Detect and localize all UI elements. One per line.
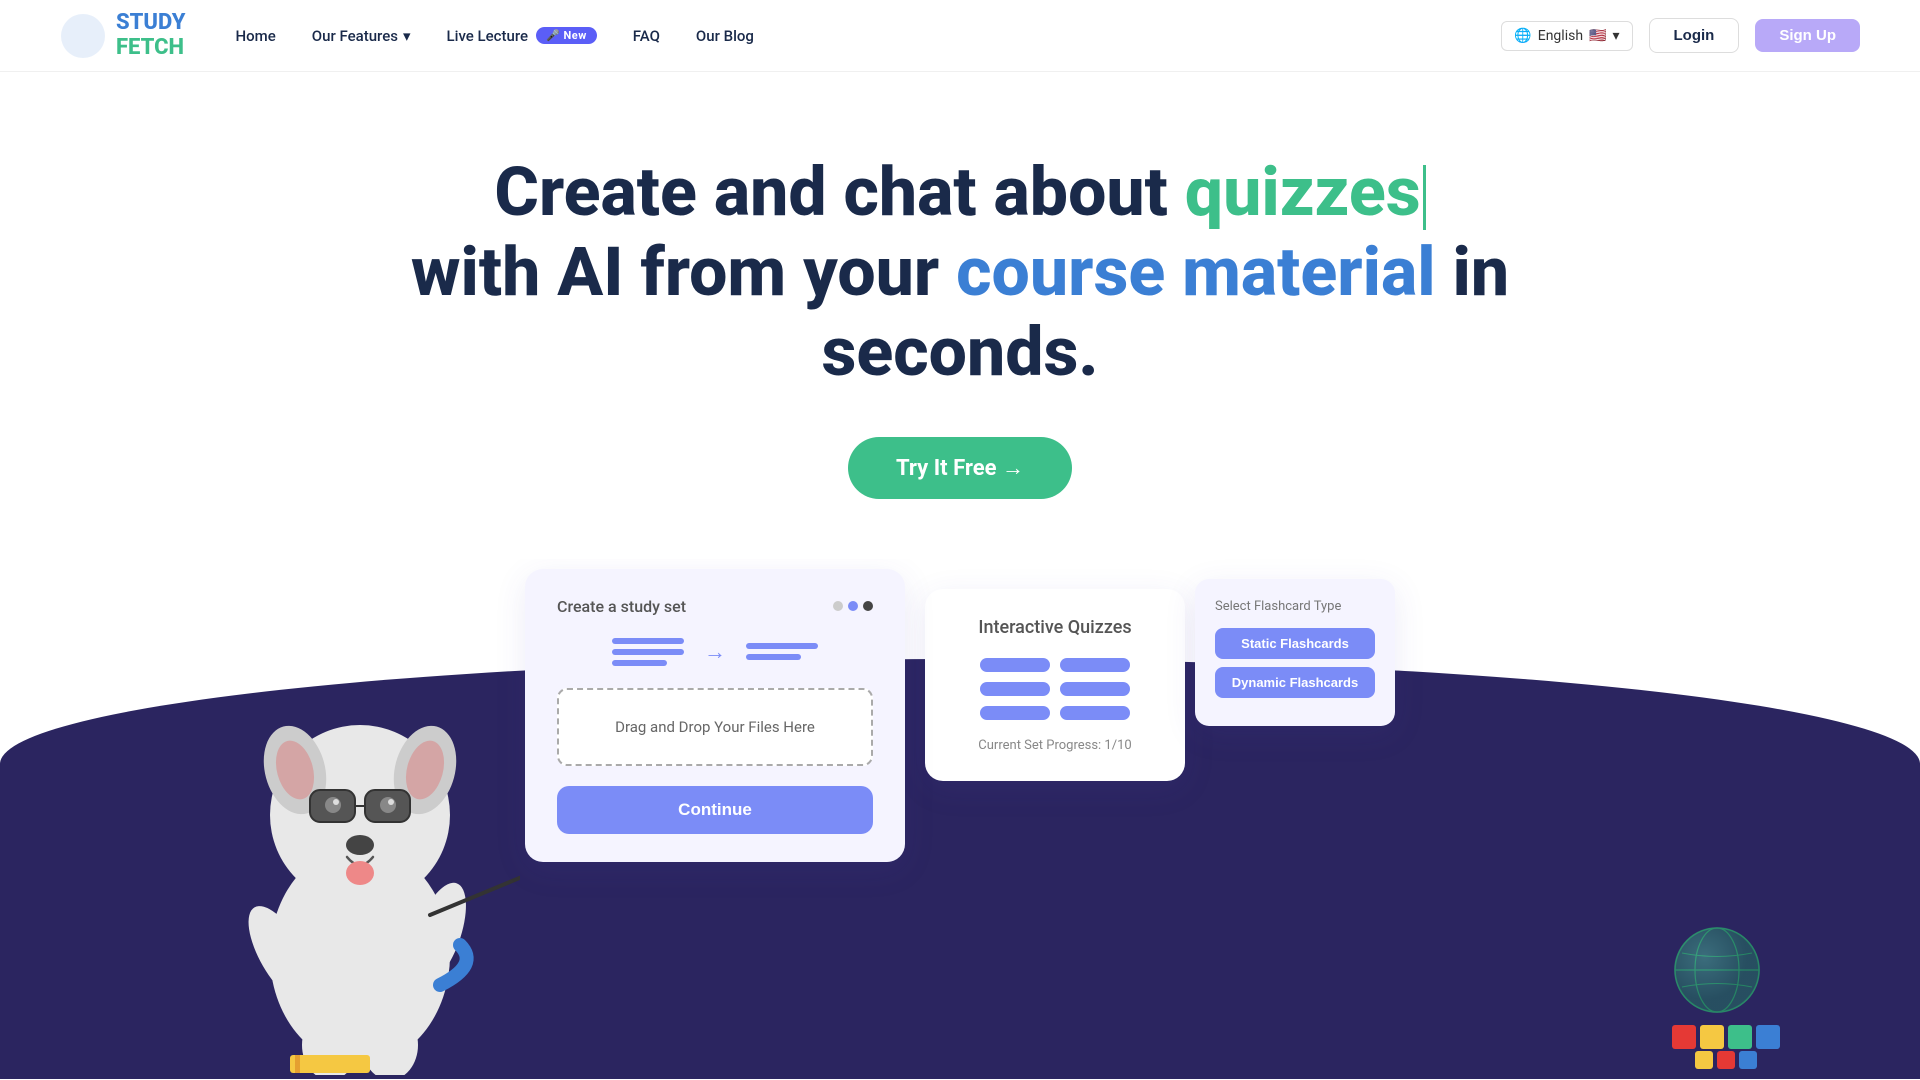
studyset-card-title: Create a study set [557, 597, 686, 616]
quiz-pill-2 [1060, 658, 1130, 672]
blocks-decoration [1672, 1025, 1780, 1049]
cursor-blink [1423, 165, 1426, 230]
quiz-pill-3 [980, 682, 1050, 696]
quiz-rows [953, 658, 1157, 720]
quiz-pill-4 [1060, 682, 1130, 696]
chevron-icon: ▾ [403, 27, 411, 45]
quiz-row-3 [953, 706, 1157, 720]
logo-link[interactable]: 🐾 STUDY FETCH [60, 11, 186, 59]
block-sm-3 [1739, 1051, 1757, 1069]
line-bar-2 [612, 649, 684, 655]
block-sm-1 [1695, 1051, 1713, 1069]
block-green [1728, 1025, 1752, 1049]
drop-zone[interactable]: Drag and Drop Your Files Here [557, 688, 873, 766]
dot-2 [848, 601, 858, 611]
line-bar-4 [746, 643, 818, 649]
hero-highlight-quizzes: quizzes [1185, 152, 1421, 232]
dot-3 [863, 601, 873, 611]
quiz-row-1 [953, 658, 1157, 672]
continue-button[interactable]: Continue [557, 786, 873, 834]
logo-text: STUDY FETCH [116, 11, 186, 59]
block-sm-2 [1717, 1051, 1735, 1069]
hero-line1-plain: Create and chat about [494, 152, 1184, 232]
signup-button[interactable]: Sign Up [1755, 19, 1860, 52]
convert-visual: → [557, 638, 873, 666]
block-red [1672, 1025, 1696, 1049]
nav-home[interactable]: Home [236, 27, 276, 45]
static-flashcards-button[interactable]: Static Flashcards [1215, 628, 1375, 659]
hero-highlight-course: course material [956, 232, 1435, 312]
hero-section: Create and chat about quizzes with AI fr… [0, 72, 1920, 499]
line-bar-1 [612, 638, 684, 644]
line-bar-5 [746, 654, 801, 660]
cards-container: Create a study set → [0, 559, 1920, 862]
dynamic-flashcards-button[interactable]: Dynamic Flashcards [1215, 667, 1375, 698]
quiz-row-2 [953, 682, 1157, 696]
nav-live-lecture[interactable]: Live Lecture 🎤 New [447, 27, 597, 45]
logo-icon: 🐾 [60, 13, 106, 59]
card-dots [833, 601, 873, 611]
quiz-pill-1 [980, 658, 1050, 672]
dot-1 [833, 601, 843, 611]
globe-icon: 🌐 [1514, 28, 1531, 44]
quiz-pill-5 [980, 706, 1050, 720]
nav-right: 🌐 English 🇺🇸 ▾ Login Sign Up [1501, 18, 1860, 53]
quiz-progress: Current Set Progress: 1/10 [953, 738, 1157, 753]
quizzes-card: Interactive Quizzes Current Set Progress… [925, 589, 1185, 781]
lines-right [746, 643, 818, 660]
quiz-pill-6 [1060, 706, 1130, 720]
hero-line2-plain: with AI from your [411, 232, 956, 312]
bottom-section: Create a study set → [0, 559, 1920, 1079]
globe-decoration [1672, 925, 1762, 1015]
block-blue [1756, 1025, 1780, 1049]
hero-title: Create and chat about quizzes with AI fr… [410, 152, 1510, 393]
studyset-card: Create a study set → [525, 569, 905, 862]
arrow-icon: → [704, 639, 726, 665]
login-button[interactable]: Login [1649, 18, 1740, 53]
decoration-right [1672, 925, 1780, 1069]
flashcard-select-title: Select Flashcard Type [1215, 599, 1375, 614]
language-selector[interactable]: 🌐 English 🇺🇸 ▾ [1501, 21, 1632, 51]
try-it-free-button[interactable]: Try It Free → [848, 437, 1072, 499]
block-yellow [1700, 1025, 1724, 1049]
quizzes-title: Interactive Quizzes [953, 617, 1157, 638]
line-bar-3 [612, 660, 667, 666]
nav-features[interactable]: Our Features ▾ [312, 27, 411, 45]
hero-line3: seconds. [821, 312, 1098, 392]
flashcard-card: Select Flashcard Type Static Flashcards … [1195, 579, 1395, 726]
card-header: Create a study set [557, 597, 873, 616]
nav-blog[interactable]: Our Blog [696, 27, 754, 45]
blocks-row2 [1672, 1051, 1780, 1069]
new-badge: 🎤 New [536, 27, 597, 44]
nav-faq[interactable]: FAQ [633, 27, 660, 45]
lines-left [612, 638, 684, 666]
nav-links: Home Our Features ▾ Live Lecture 🎤 New F… [236, 27, 1502, 45]
navbar: 🐾 STUDY FETCH Home Our Features ▾ Live L… [0, 0, 1920, 72]
